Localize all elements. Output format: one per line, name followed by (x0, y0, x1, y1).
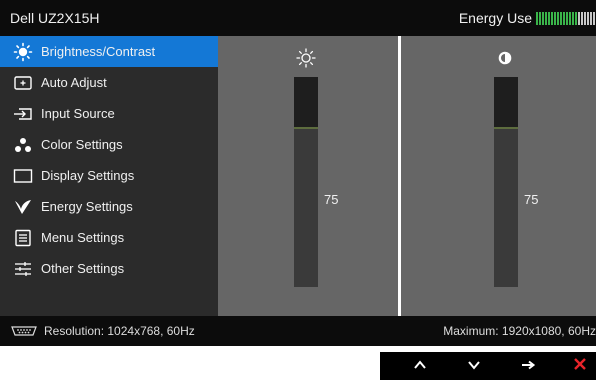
osd-footer: Resolution: 1024x768, 60Hz Maximum: 1920… (0, 316, 596, 346)
menu-item-label: Other Settings (41, 261, 125, 276)
maximum-resolution: Maximum: 1920x1080, 60Hz (443, 324, 596, 338)
energy-use-label: Energy Use (458, 10, 532, 26)
energy-bar-segment (536, 11, 538, 25)
energy-bar-segment (545, 11, 547, 25)
energy-bar-segment (542, 11, 544, 25)
energy-bar-segment (551, 11, 553, 25)
menu-item-display-settings[interactable]: Display Settings (0, 160, 218, 191)
energy-bar-segment (548, 11, 550, 25)
energy-bar-segment (578, 11, 580, 25)
contrast-panel: 75 (401, 36, 596, 316)
menu-list-icon (12, 228, 34, 248)
up-arrow-icon (413, 357, 427, 375)
contrast-slider-empty (494, 77, 518, 127)
color-dots-icon (12, 135, 34, 155)
display-icon (12, 166, 34, 186)
energy-bar-segment (566, 11, 568, 25)
sun-icon (12, 42, 34, 62)
menu-item-brightness-contrast[interactable]: Brightness/Contrast (0, 36, 218, 67)
energy-bar-segment (557, 11, 559, 25)
menu-item-label: Color Settings (41, 137, 123, 152)
auto-adjust-icon (12, 73, 34, 93)
contrast-slider[interactable] (494, 77, 518, 287)
menu-item-label: Energy Settings (41, 199, 133, 214)
osd-navigation-bar (380, 352, 596, 380)
energy-bar-segment (539, 11, 541, 25)
energy-bars (536, 11, 596, 25)
menu-item-color-settings[interactable]: Color Settings (0, 129, 218, 160)
current-resolution: Resolution: 1024x768, 60Hz (10, 324, 195, 338)
menu-item-other-settings[interactable]: Other Settings (0, 253, 218, 284)
menu-item-label: Display Settings (41, 168, 135, 183)
energy-bar-segment (593, 11, 595, 25)
energy-bar-segment (560, 11, 562, 25)
contrast-icon (495, 48, 515, 68)
down-button[interactable] (458, 355, 490, 377)
brightness-panel: 75 (218, 36, 398, 316)
osd-menu: Brightness/Contrast Auto Adjust Input So… (0, 36, 218, 316)
menu-item-menu-settings[interactable]: Menu Settings (0, 222, 218, 253)
menu-item-label: Auto Adjust (41, 75, 107, 90)
up-button[interactable] (404, 355, 436, 377)
monitor-osd: Dell UZ2X15H Energy Use Brightness/Contr… (0, 0, 596, 346)
menu-item-auto-adjust[interactable]: Auto Adjust (0, 67, 218, 98)
select-button[interactable] (512, 355, 544, 377)
menu-item-label: Input Source (41, 106, 115, 121)
input-connector-icon (10, 325, 38, 337)
energy-bar-segment (587, 11, 589, 25)
brightness-slider-empty (294, 77, 318, 127)
menu-item-label: Menu Settings (41, 230, 125, 245)
energy-bar-segment (590, 11, 592, 25)
close-icon (573, 357, 587, 376)
energy-bar-segment (584, 11, 586, 25)
brightness-slider-level (294, 127, 318, 129)
down-arrow-icon (467, 357, 481, 375)
osd-header: Dell UZ2X15H Energy Use (0, 0, 596, 36)
input-source-icon (12, 104, 34, 124)
model-name: Dell UZ2X15H (10, 10, 100, 26)
energy-leaf-icon (12, 197, 34, 217)
energy-bar-segment (581, 11, 583, 25)
energy-bar-segment (569, 11, 571, 25)
energy-bar-segment (572, 11, 574, 25)
contrast-slider-level (494, 127, 518, 129)
energy-use-meter: Energy Use (459, 10, 596, 26)
menu-item-input-source[interactable]: Input Source (0, 98, 218, 129)
menu-item-label: Brightness/Contrast (41, 44, 156, 59)
sliders-icon (12, 259, 34, 279)
right-arrow-icon (520, 357, 536, 375)
contrast-value: 75 (524, 192, 539, 207)
resolution-text: Resolution: 1024x768, 60Hz (44, 324, 195, 338)
exit-button[interactable] (564, 355, 596, 377)
energy-bar-segment (554, 11, 556, 25)
brightness-sun-icon (296, 48, 316, 68)
energy-bar-segment (575, 11, 577, 25)
brightness-slider[interactable] (294, 77, 318, 287)
brightness-value: 75 (324, 192, 339, 207)
energy-bar-segment (563, 11, 565, 25)
menu-item-energy-settings[interactable]: Energy Settings (0, 191, 218, 222)
